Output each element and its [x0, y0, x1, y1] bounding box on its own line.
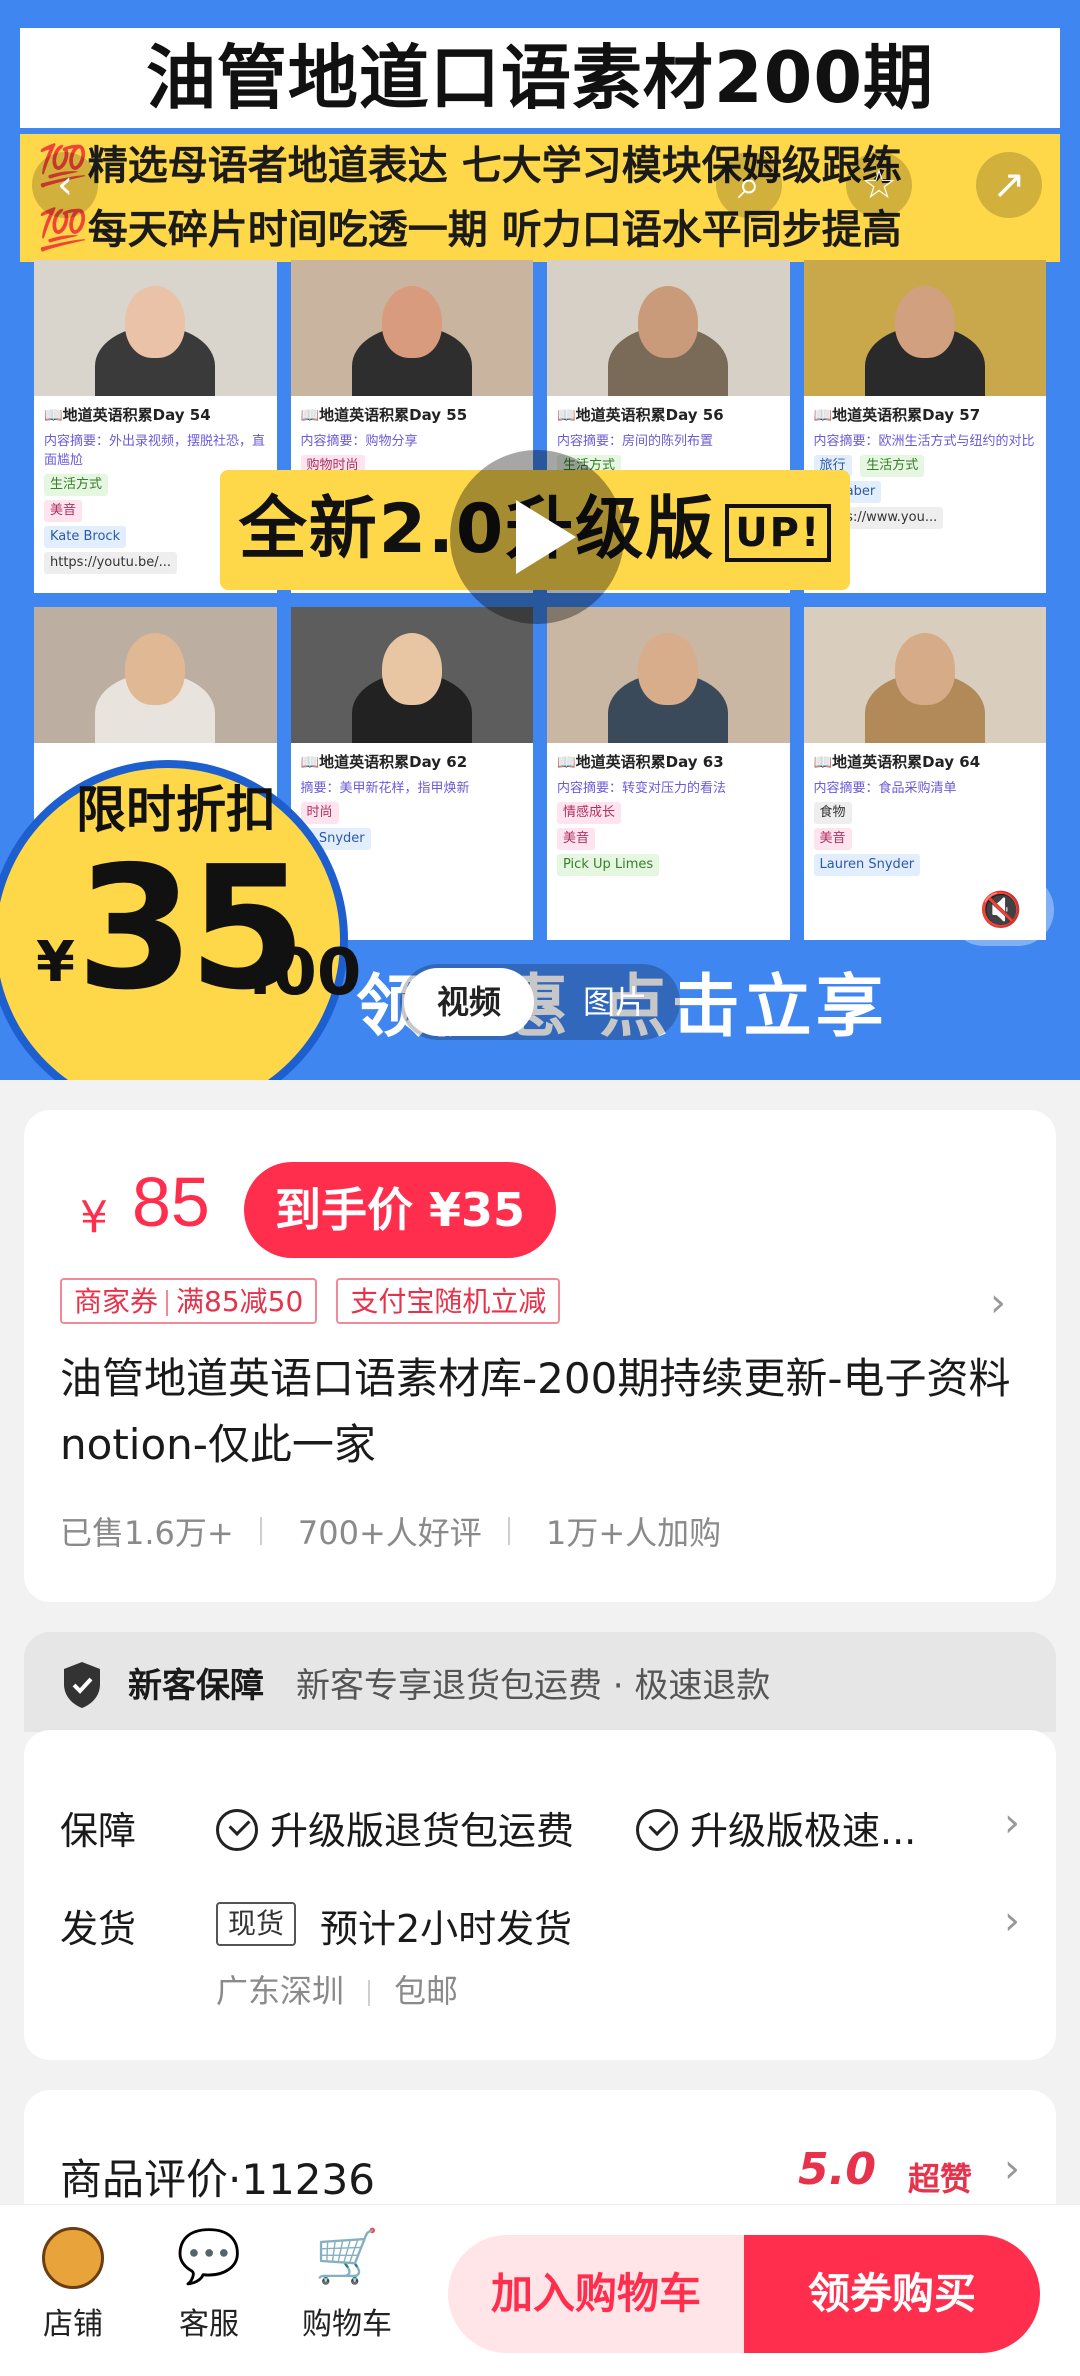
protection-item: 升级版退货包运费 [216, 1800, 574, 1855]
lesson-card: 📖地道英语积累Day 63 内容摘要：转变对压力的看法 情感成长 美音 Pick… [547, 607, 790, 940]
lesson-tag: 生活方式 [44, 474, 109, 496]
buy-with-coupon-button[interactable]: 领券购买 [744, 2235, 1040, 2353]
lesson-tag: 生活方式 [860, 455, 925, 477]
guarantee-desc: 新客专享退货包运费 · 极速退款 [296, 1666, 771, 1706]
product-title: 油管地道英语口语素材库-200期持续更新-电子资料notion-仅此一家 [60, 1354, 1011, 1469]
lesson-summary: 内容摘要：购物分享 [300, 434, 418, 449]
coupon-tag-b: 满85减50 [176, 1285, 304, 1318]
hero-title: 油管地道口语素材200期 [20, 28, 1060, 128]
store-button[interactable]: 店铺 [18, 2221, 128, 2343]
lesson-tag: 情感成长 [557, 802, 622, 824]
back-icon[interactable]: ‹ [32, 152, 98, 218]
check-circle-icon [216, 1808, 258, 1851]
media-tab-image[interactable]: 图片 [560, 964, 670, 1040]
lesson-day: 📖地道英语积累Day 55 [300, 406, 468, 424]
cart-adds-count: 1万+人加购 [545, 1514, 722, 1552]
free-shipping: 包邮 [394, 1972, 459, 2010]
lesson-tag: https://youtu.be/... [44, 552, 177, 574]
lesson-summary: 内容摘要：转变对压力的看法 [557, 781, 727, 796]
check-circle-icon [636, 1808, 678, 1851]
cart-label: 购物车 [302, 2307, 392, 2342]
coupon-tag[interactable]: 支付宝随机立减 [336, 1278, 561, 1324]
customer-service-button[interactable]: 💬 客服 [154, 2221, 264, 2343]
upgrade-badge: UP! [725, 504, 832, 563]
price-yen: ¥ [80, 1192, 108, 1243]
good-reviews-count: 700+人好评 [297, 1514, 482, 1552]
price-row: ¥ 85 到手价 ¥35 [58, 1162, 1018, 1258]
protection-item: 升级版极速... [636, 1800, 916, 1855]
service-card: 保障 升级版退货包运费 升级版极速... › 发货 现货 预计2小时发货 广东深… [24, 1730, 1056, 2060]
coupon-tag-a: 商家券 [74, 1285, 159, 1318]
protection-label: 保障 [60, 1809, 137, 1853]
reviews-score: 5.0 [798, 2144, 876, 2195]
ship-meta: 广东深圳 包邮 [216, 1966, 458, 2012]
lesson-summary: 内容摘要：外出录视频，摆脱社恐，直面尴尬 [44, 434, 266, 468]
cart-button[interactable]: 🛒 购物车 [292, 2221, 402, 2343]
lesson-tag: 食物 [813, 802, 852, 824]
in-stock-tag: 现货 [216, 1902, 297, 1946]
discount-price: ¥ 35 .00 [30, 830, 361, 1030]
mute-icon[interactable]: 🔇 [948, 874, 1054, 946]
share-icon[interactable]: ↗ [976, 152, 1042, 218]
sold-count: 已售1.6万+ [60, 1514, 234, 1552]
lesson-tag: Pick Up Limes [557, 854, 660, 876]
bottom-action-bar: 店铺 💬 客服 🛒 购物车 加入购物车 领券购买 [0, 2204, 1080, 2376]
lesson-summary: 内容摘要：食品采购清单 [813, 781, 957, 796]
lesson-day: 📖地道英语积累Day 54 [44, 406, 211, 424]
product-media-carousel[interactable]: 油管地道口语素材200期 💯精选母语者地道表达 七大学习模块保姆级跟练 💯每天碎… [0, 0, 1080, 1080]
price-card: ¥ 85 到手价 ¥35 商家券 满85减50 支付宝随机立减 › 油管地道英语口… [24, 1110, 1056, 1602]
guarantee-title: 新客保障 [128, 1666, 264, 1706]
discount-yen: ¥ [36, 930, 75, 995]
store-label: 店铺 [43, 2307, 103, 2342]
shipping-label: 发货 [60, 1907, 137, 1951]
lesson-tag: 美音 [813, 828, 852, 850]
star-icon[interactable]: ☆ [846, 152, 912, 218]
discount-dec: .00 [248, 936, 362, 1010]
store-avatar [42, 2227, 104, 2289]
lesson-summary: 摘要：美甲新花样，指甲焕新 [300, 781, 470, 796]
lesson-tag: 美音 [557, 828, 596, 850]
chat-icon: 💬 [176, 2227, 242, 2287]
lesson-day: 📖地道英语积累Day 56 [557, 406, 724, 424]
product-stats: 已售1.6万+ 700+人好评 1万+人加购 [60, 1508, 721, 1552]
lesson-tag: 美音 [44, 500, 83, 522]
play-icon[interactable] [450, 450, 624, 624]
final-price-pill: 到手价 ¥35 [244, 1162, 556, 1258]
media-switch[interactable]: 视频 图片 [400, 964, 680, 1040]
chevron-right-icon[interactable]: › [990, 1280, 1006, 1326]
lesson-day: 📖地道英语积累Day 57 [813, 406, 981, 424]
lesson-summary: 内容摘要：欧洲生活方式与纽约的对比 [813, 434, 1035, 449]
coupon-tag-a: 支付宝随机立减 [350, 1285, 547, 1318]
chevron-right-icon[interactable]: › [1004, 2146, 1020, 2192]
coupon-tag[interactable]: 商家券 满85减50 [60, 1278, 318, 1324]
cart-icon: 🛒 [314, 2227, 380, 2287]
hero-subtitle-2: 💯每天碎片时间吃透一期 听力口语水平同步提高 [20, 198, 1060, 262]
ship-estimate: 预计2小时发货 [320, 1907, 573, 1951]
customer-service-label: 客服 [179, 2307, 239, 2342]
shield-icon [64, 1662, 100, 1708]
lesson-day: 📖地道英语积累Day 63 [557, 753, 724, 771]
chevron-right-icon[interactable]: › [1004, 1800, 1020, 1846]
new-customer-guarantee[interactable]: 新客保障 新客专享退货包运费 · 极速退款 [24, 1632, 1056, 1732]
coupon-row[interactable]: 商家券 满85减50 支付宝随机立减 › [60, 1278, 1020, 1326]
protection-row[interactable]: 保障 升级版退货包运费 升级版极速... › [60, 1800, 1020, 1860]
lesson-tag: Kate Brock [44, 526, 127, 548]
reviews-score-label: 超赞 [907, 2160, 972, 2198]
lesson-tag: 时尚 [300, 802, 339, 824]
original-price: 85 [132, 1163, 210, 1241]
reviews-title: 商品评价·11236 [60, 2155, 375, 2204]
chevron-right-icon[interactable]: › [1004, 1898, 1020, 1944]
lesson-day: 📖地道英语积累Day 64 [813, 753, 981, 771]
lesson-day: 📖地道英语积累Day 62 [300, 753, 468, 771]
media-tab-video[interactable]: 视频 [404, 968, 534, 1036]
lesson-summary: 内容摘要：房间的陈列布置 [557, 434, 714, 449]
search-icon[interactable]: ⌕ [716, 152, 782, 218]
ship-from: 广东深圳 [216, 1972, 345, 2010]
add-to-cart-button[interactable]: 加入购物车 [448, 2235, 744, 2353]
lesson-tag: Lauren Snyder [813, 854, 921, 876]
shipping-row[interactable]: 发货 现货 预计2小时发货 广东深圳 包邮 › [60, 1898, 1020, 2018]
